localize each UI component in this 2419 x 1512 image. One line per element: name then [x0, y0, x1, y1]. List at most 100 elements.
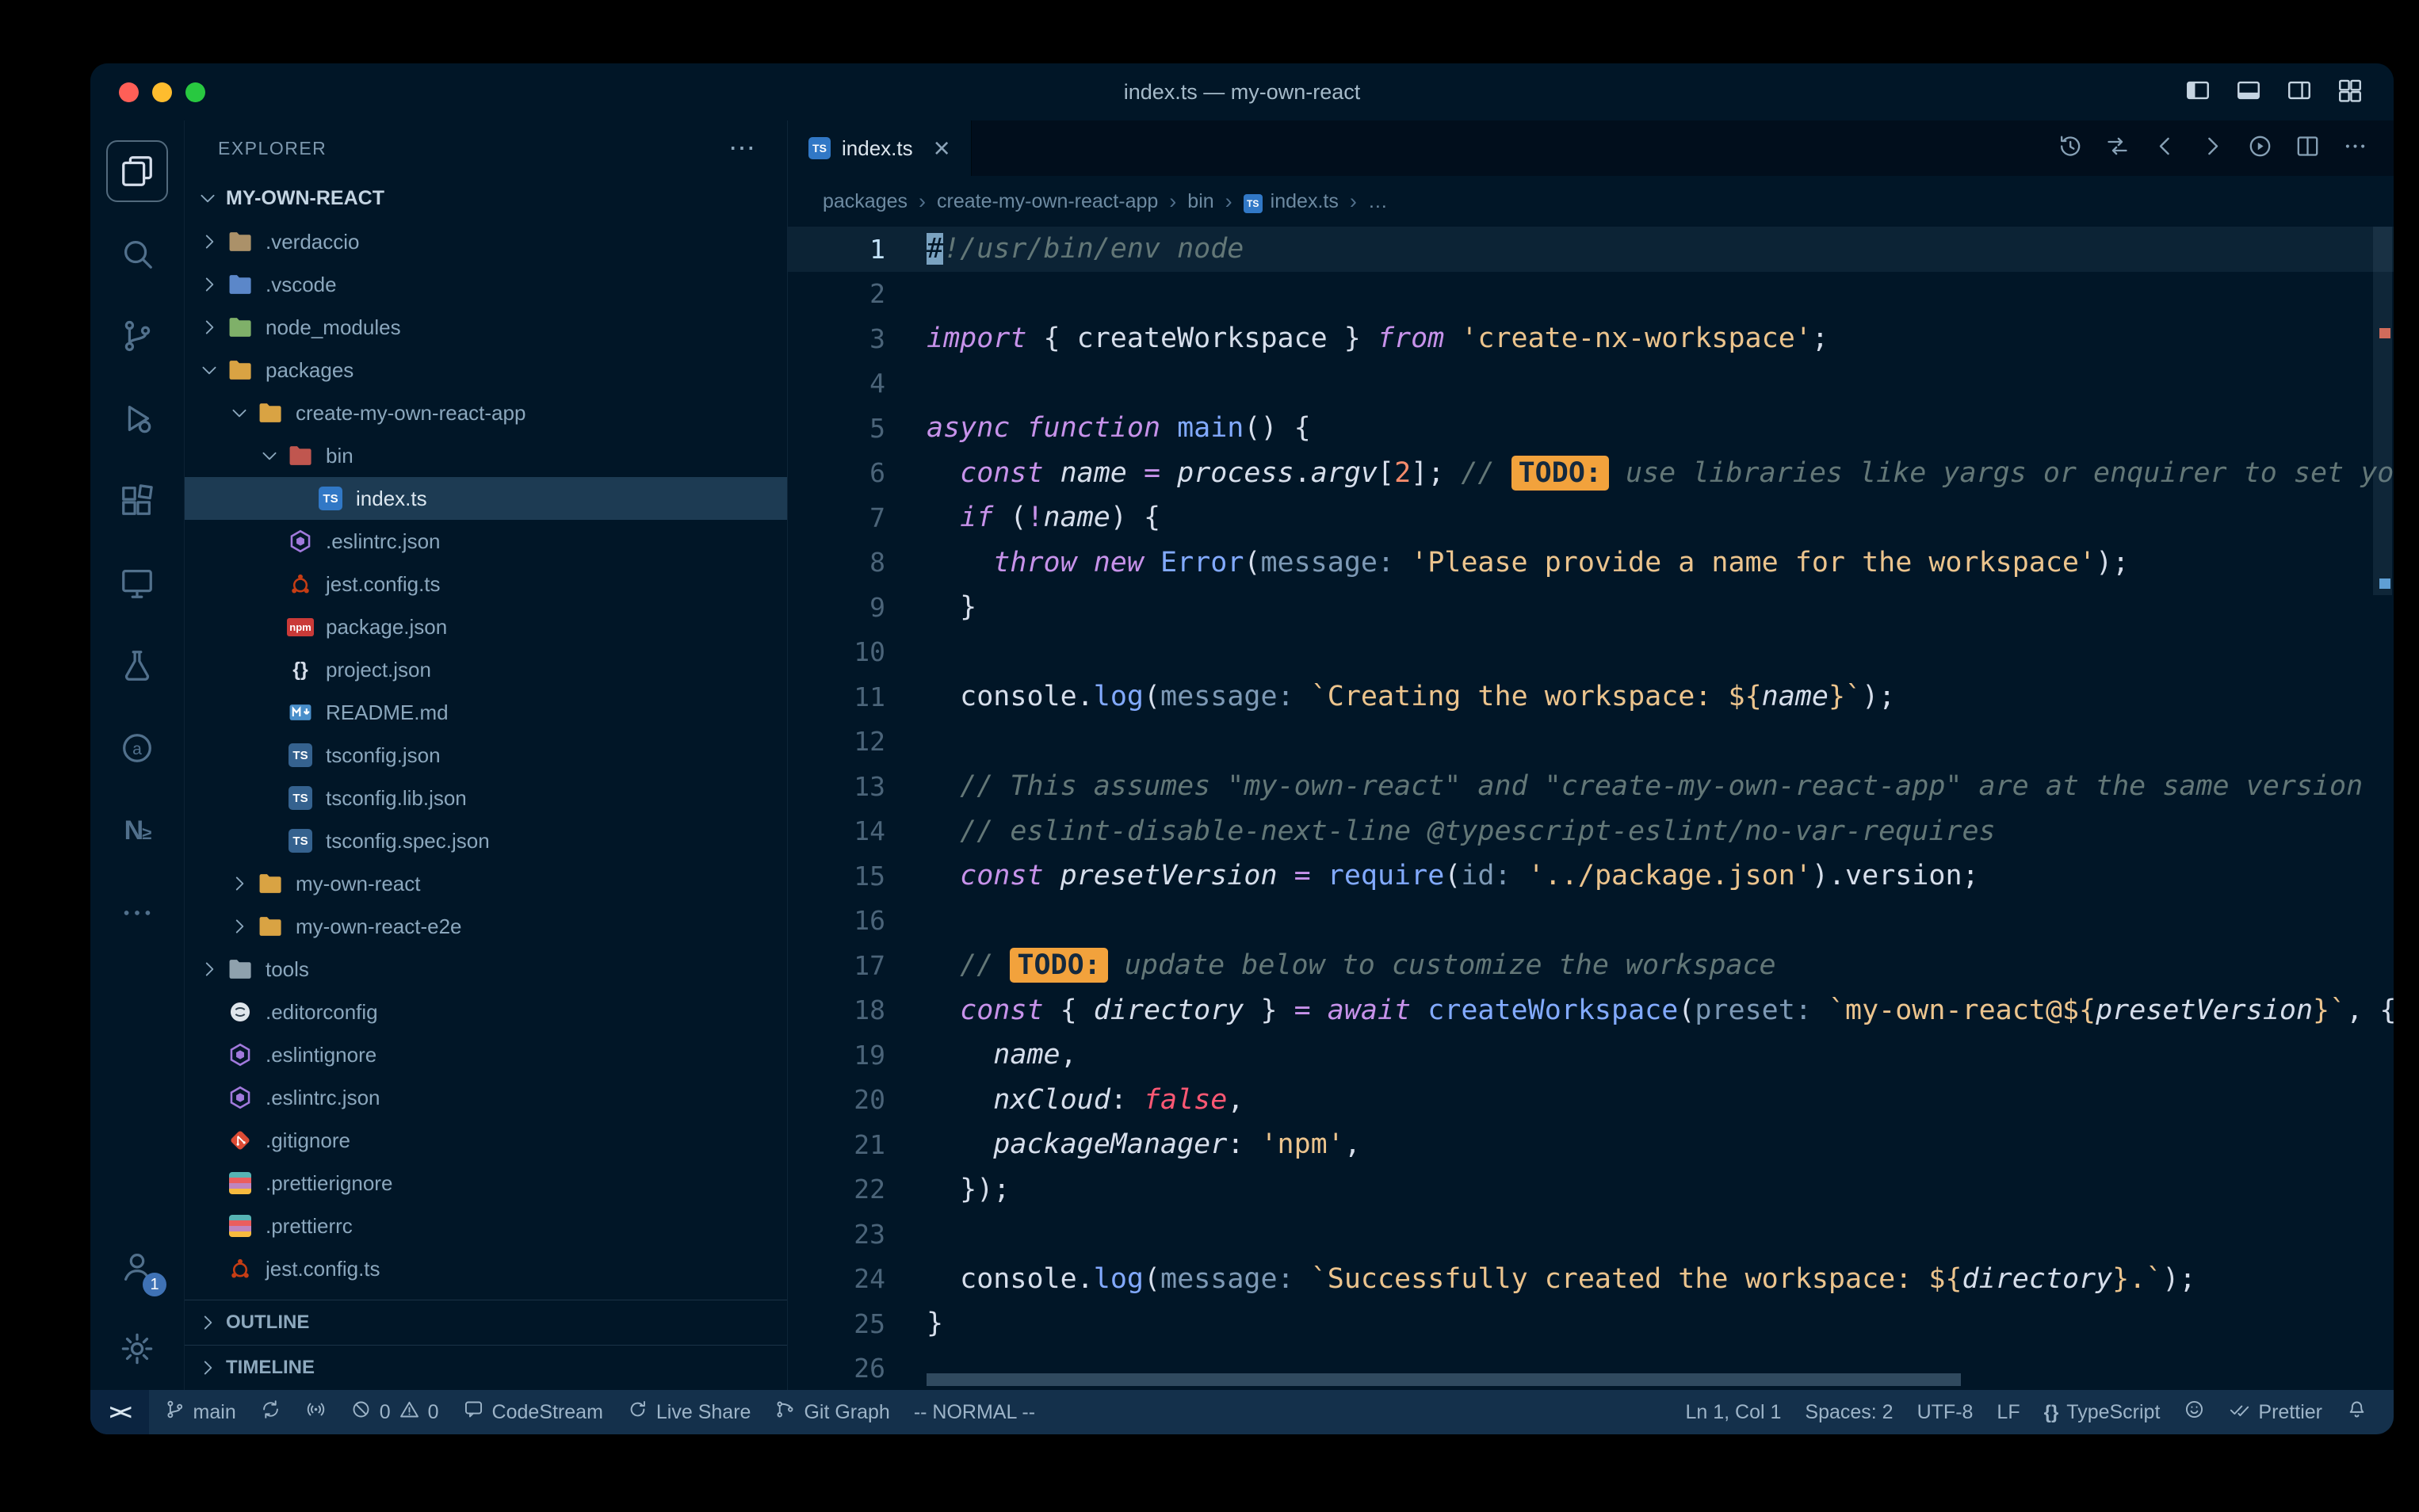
- tree-item[interactable]: .eslintignore: [185, 1033, 787, 1076]
- line-number[interactable]: 6: [788, 457, 885, 488]
- chevron-right-icon[interactable]: [196, 228, 223, 255]
- explorer-icon[interactable]: [100, 130, 174, 212]
- line-number[interactable]: 11: [788, 682, 885, 712]
- timeline-icon[interactable]: [2057, 133, 2083, 163]
- line-number[interactable]: 23: [788, 1219, 885, 1250]
- toggle-panel-icon[interactable]: [2235, 77, 2262, 108]
- line-number[interactable]: 22: [788, 1174, 885, 1205]
- chevron-right-icon[interactable]: [196, 956, 223, 983]
- settings-icon[interactable]: [100, 1308, 174, 1390]
- more-actions-icon[interactable]: ⋯: [728, 132, 757, 164]
- tree-item[interactable]: {}project.json: [185, 648, 787, 691]
- line-number[interactable]: 3: [788, 323, 885, 354]
- tree-item[interactable]: my-own-react: [185, 862, 787, 905]
- code-line[interactable]: 16: [788, 899, 2394, 944]
- breadcrumb-item[interactable]: …: [1368, 190, 1388, 213]
- line-number[interactable]: 15: [788, 861, 885, 892]
- code-line[interactable]: 10: [788, 630, 2394, 675]
- tree-item[interactable]: node_modules: [185, 306, 787, 349]
- tree-item[interactable]: .gitignore: [185, 1119, 787, 1162]
- code-line[interactable]: 1#!/usr/bin/env node: [788, 227, 2394, 272]
- tree-item[interactable]: TStsconfig.lib.json: [185, 777, 787, 819]
- line-number[interactable]: 13: [788, 771, 885, 802]
- customize-layout-icon[interactable]: [2337, 77, 2364, 108]
- code-line[interactable]: 15 const presetVersion = require(id: '..…: [788, 853, 2394, 899]
- chevron-right-icon[interactable]: [196, 314, 223, 341]
- tree-item[interactable]: create-my-own-react-app: [185, 391, 787, 434]
- code-line[interactable]: 17 // TODO: update below to customize th…: [788, 943, 2394, 988]
- git-branch[interactable]: main: [152, 1390, 248, 1434]
- git-graph[interactable]: Git Graph: [762, 1390, 901, 1434]
- minimize-button[interactable]: [152, 82, 172, 102]
- code-line[interactable]: 14 // eslint-disable-next-line @typescri…: [788, 809, 2394, 854]
- chevron-down-icon[interactable]: [226, 399, 253, 426]
- navigate-forward-icon[interactable]: [2199, 133, 2226, 163]
- tree-item[interactable]: bin: [185, 434, 787, 477]
- titlebar[interactable]: index.ts — my-own-react: [90, 63, 2394, 120]
- tree-item[interactable]: .editorconfig: [185, 991, 787, 1033]
- tree-item[interactable]: .prettierrc: [185, 1205, 787, 1247]
- tree-item[interactable]: TSindex.ts: [185, 477, 787, 520]
- git-sync[interactable]: [248, 1390, 293, 1434]
- code-line[interactable]: 6 const name = process.argv[2]; // TODO:…: [788, 451, 2394, 496]
- horizontal-scrollbar[interactable]: [927, 1373, 1961, 1386]
- run-debug-icon[interactable]: [100, 377, 174, 460]
- notifications-bell[interactable]: [2334, 1390, 2379, 1434]
- line-number[interactable]: 21: [788, 1129, 885, 1160]
- code-line[interactable]: 2: [788, 272, 2394, 317]
- tree-item[interactable]: tools: [185, 948, 787, 991]
- code-editor[interactable]: 1#!/usr/bin/env node23import { createWor…: [788, 227, 2394, 1390]
- tree-item[interactable]: packages: [185, 349, 787, 391]
- codestream[interactable]: CodeStream: [451, 1390, 615, 1434]
- eol[interactable]: LF: [1985, 1390, 2031, 1434]
- tree-item[interactable]: .eslintrc.json: [185, 520, 787, 563]
- code-line[interactable]: 13 // This assumes "my-own-react" and "c…: [788, 764, 2394, 809]
- cursor-position[interactable]: Ln 1, Col 1: [1673, 1390, 1793, 1434]
- code-line[interactable]: 3import { createWorkspace } from 'create…: [788, 316, 2394, 361]
- chevron-down-icon[interactable]: [196, 357, 223, 384]
- code-line[interactable]: 25}: [788, 1301, 2394, 1346]
- breadcrumb-item[interactable]: TSindex.ts: [1244, 189, 1339, 213]
- tree-item[interactable]: .vscode: [185, 263, 787, 306]
- breadcrumb-item[interactable]: bin: [1187, 190, 1213, 213]
- tree-item[interactable]: jest.config.ts: [185, 563, 787, 605]
- code-line[interactable]: 23: [788, 1212, 2394, 1257]
- line-number[interactable]: 20: [788, 1084, 885, 1115]
- tree-item[interactable]: .eslintrc.json: [185, 1076, 787, 1119]
- code-line[interactable]: 9 }: [788, 585, 2394, 630]
- broadcast[interactable]: [293, 1390, 338, 1434]
- chevron-right-icon[interactable]: [226, 870, 253, 897]
- language-mode[interactable]: {}TypeScript: [2032, 1390, 2173, 1434]
- open-changes-icon[interactable]: [2104, 133, 2130, 163]
- remote-explorer-icon[interactable]: [100, 542, 174, 624]
- source-control-icon[interactable]: [100, 295, 174, 377]
- line-number[interactable]: 8: [788, 547, 885, 578]
- run-icon[interactable]: [2247, 133, 2273, 163]
- navigate-back-icon[interactable]: [2152, 133, 2178, 163]
- split-editor-icon[interactable]: [2295, 133, 2321, 163]
- tab-index-ts[interactable]: TS index.ts ×: [788, 120, 972, 176]
- code-line[interactable]: 12: [788, 720, 2394, 765]
- line-number[interactable]: 18: [788, 995, 885, 1025]
- testing-icon[interactable]: [100, 624, 174, 707]
- remote-indicator[interactable]: ><: [90, 1390, 149, 1434]
- workspace-section-header[interactable]: MY-OWN-REACT: [185, 176, 787, 220]
- code-line[interactable]: 4: [788, 361, 2394, 407]
- more-views-icon[interactable]: [100, 872, 174, 954]
- tree-item[interactable]: TStsconfig.spec.json: [185, 819, 787, 862]
- chevron-right-icon[interactable]: [196, 271, 223, 298]
- toggle-primary-sidebar-icon[interactable]: [2184, 77, 2211, 108]
- encoding[interactable]: UTF-8: [1905, 1390, 1985, 1434]
- close-button[interactable]: [119, 82, 139, 102]
- prettier[interactable]: Prettier: [2217, 1390, 2334, 1434]
- zoom-button[interactable]: [185, 82, 205, 102]
- code-line[interactable]: 7 if (!name) {: [788, 495, 2394, 540]
- tree-item[interactable]: jest.config.ts: [185, 1247, 787, 1290]
- code-line[interactable]: 19 name,: [788, 1033, 2394, 1078]
- code-line[interactable]: 8 throw new Error(message: 'Please provi…: [788, 540, 2394, 586]
- toggle-secondary-sidebar-icon[interactable]: [2286, 77, 2313, 108]
- line-number[interactable]: 12: [788, 726, 885, 757]
- line-number[interactable]: 9: [788, 592, 885, 623]
- line-number[interactable]: 16: [788, 905, 885, 936]
- code-line[interactable]: 20 nxCloud: false,: [788, 1078, 2394, 1123]
